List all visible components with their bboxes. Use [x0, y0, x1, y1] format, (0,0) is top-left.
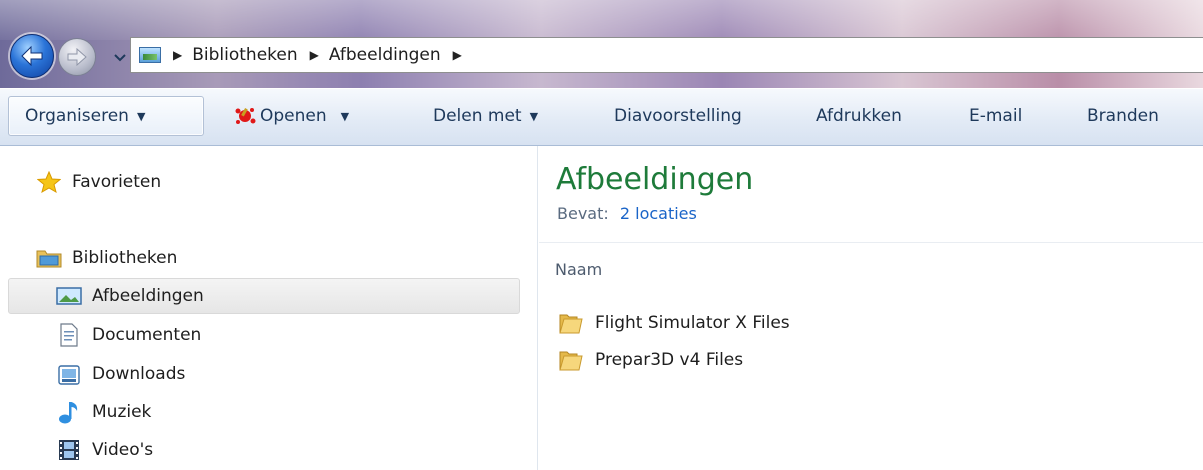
- breadcrumb-separator-icon[interactable]: ▶: [310, 48, 319, 62]
- pictures-library-icon: [56, 284, 82, 308]
- burn-button[interactable]: Branden: [1087, 96, 1159, 136]
- page-title: Afbeeldingen: [556, 162, 754, 197]
- list-item[interactable]: Prepar3D v4 Files: [559, 349, 743, 371]
- titlebar-glow: [0, 0, 1203, 40]
- sidebar-item-label: Favorieten: [72, 172, 162, 192]
- chevron-down-icon: [114, 54, 126, 62]
- sidebar-item-label: Downloads: [92, 364, 186, 384]
- header-divider: [539, 242, 1203, 243]
- sidebar-item-music[interactable]: Muziek: [56, 400, 151, 424]
- chevron-down-icon: ▼: [136, 109, 146, 123]
- open-label: Openen: [260, 106, 327, 126]
- paint-application-icon: [235, 108, 256, 124]
- star-icon: [36, 170, 62, 194]
- locations-link[interactable]: 2 locaties: [620, 204, 697, 223]
- slideshow-label: Diavoorstelling: [614, 106, 742, 126]
- libraries-icon: [36, 246, 62, 270]
- breadcrumb-separator-icon[interactable]: ▶: [173, 48, 182, 62]
- share-with-label: Delen met: [433, 106, 522, 126]
- pictures-library-icon: [139, 47, 161, 63]
- print-label: Afdrukken: [816, 106, 902, 126]
- sidebar-item-pictures[interactable]: Afbeeldingen: [56, 284, 204, 308]
- breadcrumb-item-pictures[interactable]: Afbeeldingen: [329, 45, 441, 65]
- open-button[interactable]: Openen ▼: [234, 96, 349, 136]
- window-titlebar: ▶ Bibliotheken ▶ Afbeeldingen ▶: [0, 0, 1203, 88]
- email-button[interactable]: E-mail: [969, 96, 1022, 136]
- organize-button[interactable]: Organiseren ▼: [8, 96, 204, 136]
- chevron-down-icon: ▼: [529, 109, 539, 123]
- music-note-icon: [56, 400, 82, 424]
- breadcrumb-item-libraries[interactable]: Bibliotheken: [192, 45, 297, 65]
- library-locations: Bevat: 2 locaties: [557, 204, 697, 223]
- sidebar-item-label: Documenten: [92, 325, 202, 345]
- slideshow-button[interactable]: Diavoorstelling: [614, 96, 742, 136]
- folder-icon: [559, 314, 583, 334]
- sidebar-item-label: Muziek: [92, 402, 152, 422]
- forward-arrow-icon: [67, 48, 87, 66]
- sidebar-item-documents[interactable]: Documenten: [56, 323, 201, 347]
- file-name: Flight Simulator X Files: [595, 313, 790, 333]
- organize-label: Organiseren: [25, 106, 129, 126]
- content-pane: Afbeeldingen Bevat: 2 locaties Naam Flig…: [539, 146, 1203, 470]
- folder-icon: [559, 351, 583, 371]
- sidebar-item-label: Video's: [92, 440, 154, 460]
- recent-pages-dropdown[interactable]: [112, 50, 128, 66]
- sidebar-item-libraries[interactable]: Bibliotheken: [36, 246, 177, 270]
- print-button[interactable]: Afdrukken: [816, 96, 902, 136]
- navigation-pane: Favorieten Bibliotheken Afbeeldingen Doc…: [0, 146, 538, 470]
- documents-library-icon: [56, 323, 82, 347]
- sidebar-item-favorites[interactable]: Favorieten: [36, 170, 161, 194]
- email-label: E-mail: [969, 106, 1023, 126]
- film-strip-icon: [56, 438, 82, 462]
- share-with-button[interactable]: Delen met ▼: [433, 96, 538, 136]
- contains-label: Bevat:: [557, 204, 609, 223]
- file-name: Prepar3D v4 Files: [595, 350, 744, 370]
- burn-label: Branden: [1087, 106, 1159, 126]
- sidebar-item-label: Bibliotheken: [72, 248, 178, 268]
- sidebar-item-videos[interactable]: Video's: [56, 438, 153, 462]
- breadcrumb: ▶ Bibliotheken ▶ Afbeeldingen ▶: [173, 45, 472, 65]
- address-bar[interactable]: ▶ Bibliotheken ▶ Afbeeldingen ▶: [130, 37, 1203, 73]
- chevron-down-icon[interactable]: ▼: [341, 110, 349, 123]
- list-item[interactable]: Flight Simulator X Files: [559, 312, 790, 334]
- back-arrow-icon: [21, 45, 43, 67]
- downloads-icon: [56, 362, 82, 386]
- forward-button[interactable]: [58, 38, 96, 76]
- command-bar: Organiseren ▼ Openen ▼ Delen met ▼ Diavo…: [0, 88, 1203, 146]
- sidebar-item-downloads[interactable]: Downloads: [56, 362, 185, 386]
- sidebar-item-label: Afbeeldingen: [92, 286, 204, 306]
- breadcrumb-separator-icon[interactable]: ▶: [453, 48, 462, 62]
- back-button[interactable]: [10, 34, 54, 78]
- column-header-name[interactable]: Naam: [555, 260, 602, 279]
